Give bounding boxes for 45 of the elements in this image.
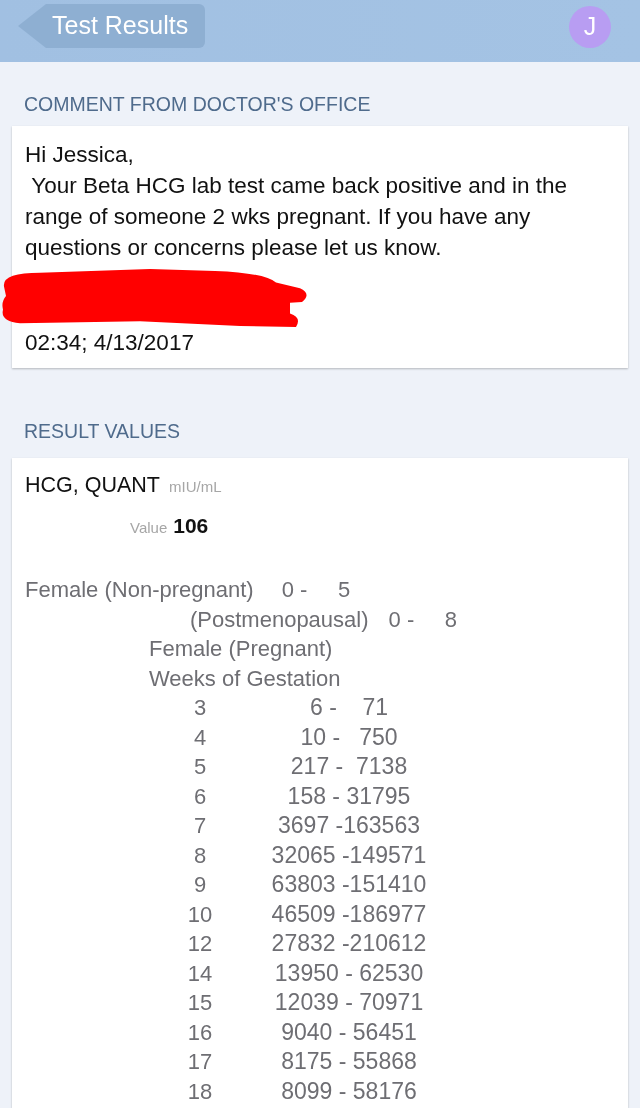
reference-label: Female (Non-pregnant)	[25, 576, 254, 604]
gestation-week: 12	[186, 930, 214, 958]
gestation-range: 3697 -163563	[277, 811, 421, 840]
result-value: 106	[173, 513, 209, 539]
gestation-range: 8175 - 55868	[280, 1047, 418, 1076]
comment-greeting: Hi Jessica,	[25, 141, 135, 169]
gestation-range: 12039 - 70971	[273, 988, 425, 1017]
section-title: COMMENT FROM DOCTOR'S OFFICE	[23, 92, 372, 117]
reference-range: 0 - 5	[281, 576, 351, 604]
gestation-week: 5	[192, 753, 208, 781]
gestation-range: 10 - 750	[299, 722, 399, 752]
test-name: HCG, QUANT	[25, 472, 160, 498]
gestation-week: 14	[186, 959, 214, 988]
gestation-range: 27832 -210612	[270, 929, 428, 958]
value-label: Value	[130, 518, 168, 538]
reference-label: (Postmenopausal)	[190, 605, 369, 634]
gestation-week: 18	[186, 1077, 214, 1106]
gestation-range: 46509 -186977	[270, 899, 428, 929]
gestation-range: 158 - 31795	[286, 781, 412, 811]
reference-range: 0 - 8	[388, 605, 458, 634]
gestation-week: 3	[192, 694, 208, 722]
gestation-range: 217 - 7138	[289, 752, 409, 781]
gestation-week: 8	[192, 841, 208, 870]
gestation-range: 63803 -151410	[270, 870, 428, 899]
gestation-week: 15	[186, 989, 214, 1017]
gestation-range: 6 - 71	[309, 693, 389, 722]
gestation-week: 9	[192, 871, 208, 899]
reference-label: Female (Pregnant)	[149, 635, 333, 663]
unit-label: mIU/mL	[169, 477, 222, 497]
gestation-week: 10	[186, 900, 214, 929]
comment-message: Your Beta HCG lab test came back positive and in the range of someone 2 wks pregnant. If you have any questions or concerns please let us know.	[25, 172, 568, 262]
gestation-week: 4	[192, 723, 208, 752]
gestation-week: 7	[192, 812, 208, 840]
gestation-range: 9040 - 56451	[280, 1017, 418, 1047]
gestation-week: 6	[192, 782, 208, 811]
back-button[interactable]: Test Results	[18, 4, 205, 48]
section-title: RESULT VALUES	[23, 419, 182, 444]
avatar-button[interactable]: J	[569, 6, 611, 48]
gestation-range: 32065 -149571	[270, 840, 428, 870]
comment-timestamp: 02:34; 4/13/2017	[25, 329, 195, 356]
gestation-range: 13950 - 62530	[273, 958, 425, 988]
gestation-week: 16	[186, 1018, 214, 1047]
gestation-range: 8099 - 58176	[280, 1076, 418, 1106]
gestation-week: 17	[186, 1048, 214, 1076]
reference-label: Weeks of Gestation	[149, 664, 341, 693]
